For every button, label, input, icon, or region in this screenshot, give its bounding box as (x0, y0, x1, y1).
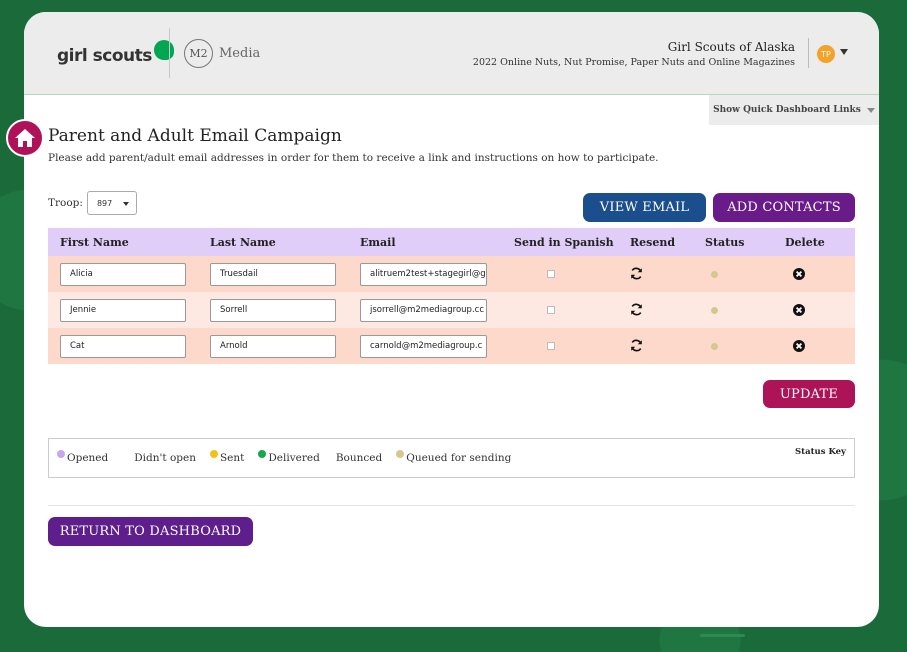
user-avatar[interactable]: TP (817, 45, 835, 63)
chevron-down-icon[interactable] (840, 49, 848, 55)
home-button[interactable] (6, 119, 44, 157)
delete-icon[interactable] (793, 265, 805, 284)
status-key-item: Sent (209, 450, 245, 464)
email-input[interactable]: carnold@m2mediagroup.c (360, 334, 487, 358)
col-first-name: First Name (60, 235, 129, 249)
page-subtitle: Please add parent/adult email addresses … (48, 152, 659, 164)
delete-icon[interactable] (793, 337, 805, 356)
m2-media-logo[interactable]: M2 Media (184, 39, 260, 68)
col-delete: Delete (785, 235, 825, 249)
status-key-label: Didn't open (134, 452, 196, 464)
view-email-button[interactable]: VIEW EMAIL (583, 193, 706, 222)
troop-label: Troop: (48, 197, 83, 209)
refresh-icon[interactable] (630, 265, 643, 284)
bottom-handle (700, 634, 745, 637)
send-spanish-checkbox[interactable] (547, 306, 555, 314)
col-last-name: Last Name (210, 235, 276, 249)
org-name: Girl Scouts of Alaska (667, 40, 795, 54)
last-name-input[interactable]: Arnold (210, 334, 336, 358)
add-contacts-button[interactable]: ADD CONTACTS (713, 193, 855, 222)
status-dot (711, 270, 718, 278)
troop-value: 897 (96, 198, 113, 208)
table-row: Cat Arnold carnold@m2mediagroup.c (48, 328, 855, 364)
logo-divider (169, 28, 170, 78)
troop-select[interactable]: 897 (86, 191, 137, 215)
email-input[interactable]: alitruem2test+stagegirl@gr (360, 262, 487, 286)
table-row: Jennie Sorrell jsorrell@m2mediagroup.cc (48, 292, 855, 328)
email-input[interactable]: jsorrell@m2mediagroup.cc (360, 298, 487, 322)
col-send-spanish: Send in Spanish (514, 235, 614, 249)
trefoil-icon (153, 40, 174, 60)
first-name-input[interactable]: Jennie (60, 298, 186, 322)
queued-dot (396, 450, 405, 458)
header-divider (808, 38, 809, 68)
status-key-item: Opened (57, 450, 109, 464)
last-name-input[interactable]: Sorrell (210, 298, 336, 322)
status-key-item: Didn't open (134, 452, 196, 464)
org-info: Girl Scouts of Alaska 2022 Online Nuts, … (473, 40, 795, 68)
col-status: Status (705, 235, 745, 249)
page-title: Parent and Adult Email Campaign (48, 126, 342, 146)
sent-dot (209, 450, 218, 458)
refresh-icon[interactable] (630, 301, 643, 320)
return-to-dashboard-button[interactable]: RETURN TO DASHBOARD (48, 517, 253, 546)
delete-icon[interactable] (793, 301, 805, 320)
quick-links-toggle[interactable]: Show Quick Dashboard Links (709, 95, 879, 125)
table-header-row: First Name Last Name Email Send in Spani… (48, 228, 855, 256)
status-key-item: Bounced (336, 452, 382, 464)
troop-selector: Troop: 897 (48, 191, 137, 215)
status-key-label: Sent (219, 452, 245, 464)
table-row: Alicia Truesdail alitruem2test+stagegirl… (48, 256, 855, 292)
send-spanish-checkbox[interactable] (547, 270, 555, 278)
main-card: girl scouts M2 Media Girl Scouts of Alas… (6, 12, 879, 627)
girl-scouts-logo[interactable]: girl scouts (57, 40, 174, 66)
gs-logo-text: girl scouts (57, 46, 152, 66)
status-key-title: Status Key (795, 447, 846, 457)
col-resend: Resend (630, 235, 676, 249)
status-key: Opened Didn't open Sent Delivered Bounce… (48, 438, 855, 478)
status-key-item: Queued for sending (396, 450, 512, 464)
m2-mark: M2 (184, 39, 213, 68)
send-spanish-checkbox[interactable] (547, 342, 555, 350)
update-button[interactable]: UPDATE (763, 380, 855, 408)
status-dot (711, 306, 718, 314)
col-email: Email (360, 235, 396, 249)
first-name-input[interactable]: Alicia (60, 262, 186, 286)
last-name-input[interactable]: Truesdail (210, 262, 336, 286)
status-key-label: Queued for sending (406, 452, 512, 464)
chevron-down-icon (866, 107, 875, 113)
opened-dot (57, 450, 65, 458)
status-key-label: Delivered (268, 452, 320, 464)
m2-text: Media (219, 46, 261, 61)
caret-down-icon (122, 202, 129, 206)
contacts-table: First Name Last Name Email Send in Spani… (48, 228, 855, 364)
status-dot (711, 342, 718, 350)
delivered-dot (258, 450, 267, 458)
status-key-label: Opened (67, 452, 109, 464)
header: girl scouts M2 Media Girl Scouts of Alas… (24, 12, 879, 95)
status-key-item: Delivered (258, 450, 320, 464)
campaign-name: 2022 Online Nuts, Nut Promise, Paper Nut… (472, 57, 795, 68)
home-icon (15, 129, 35, 147)
status-key-label: Bounced (335, 452, 383, 464)
first-name-input[interactable]: Cat (60, 334, 186, 358)
divider (48, 505, 855, 506)
quick-links-label: Show Quick Dashboard Links (713, 105, 861, 115)
refresh-icon[interactable] (630, 337, 643, 356)
